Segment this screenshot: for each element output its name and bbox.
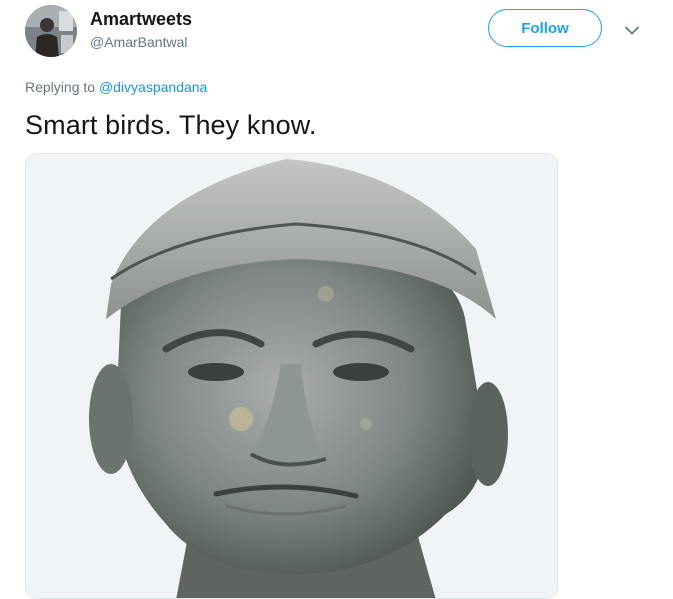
tweet-media-image[interactable] [25, 153, 558, 599]
tweet-card: Amartweets @AmarBantwal Follow Replying … [0, 0, 673, 599]
follow-button[interactable]: Follow [488, 9, 602, 47]
replying-to-line: Replying to @divyaspandana [25, 79, 207, 95]
chevron-down-icon [625, 26, 639, 34]
replying-to-label: Replying to [25, 79, 96, 95]
user-handle[interactable]: @AmarBantwal [90, 34, 187, 50]
reply-mention-link[interactable]: @divyaspandana [99, 79, 207, 95]
user-avatar[interactable] [25, 5, 77, 57]
avatar-photo-icon [25, 5, 77, 57]
tweet-text: Smart birds. They know. [25, 110, 317, 140]
user-display-name[interactable]: Amartweets [90, 9, 192, 30]
tweet-menu-caret[interactable] [620, 20, 644, 40]
statue-bust-image [26, 154, 557, 598]
